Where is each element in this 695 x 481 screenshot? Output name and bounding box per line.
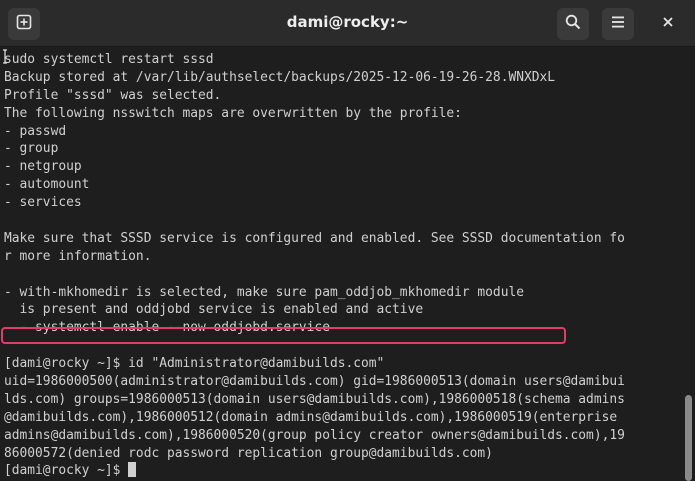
prompt-line: [dami@rocky ~]$ (4, 462, 682, 480)
terminal-line: r more information. (4, 248, 152, 264)
terminal-window: dami@rocky:~ sudo systemctl restart sssd… (0, 0, 695, 481)
prompt: [dami@rocky ~]$ (4, 463, 129, 479)
search-icon (565, 14, 581, 35)
menu-button[interactable] (602, 8, 634, 40)
terminal-line: - services (4, 195, 82, 211)
terminal-line: [dami@rocky ~]$ id "Administrator@damibu… (4, 356, 385, 372)
terminal-output[interactable]: sudo systemctl restart sssd Backup store… (0, 47, 682, 481)
vertical-scrollbar[interactable] (684, 47, 693, 481)
terminal-line: @damibuilds.com),1986000512(domain admin… (4, 409, 625, 425)
terminal-line: - systemctl enable --now oddjobd.service (4, 320, 330, 336)
terminal-line: The following nsswitch maps are overwrit… (4, 105, 462, 121)
scrollbar-thumb[interactable] (685, 395, 692, 481)
close-icon (662, 15, 674, 33)
terminal-line: uid=1986000500(administrator@damibuilds.… (4, 374, 625, 390)
terminal-line: - group (4, 141, 59, 157)
terminal-line: - passwd (4, 123, 67, 139)
terminal-line: 86000572(denied rodc password replicatio… (4, 445, 493, 461)
search-button[interactable] (557, 8, 589, 40)
terminal-line: lds.com) groups=1986000513(domain users@… (4, 391, 625, 407)
window-title: dami@rocky:~ (286, 13, 409, 31)
text-cursor (128, 462, 137, 478)
terminal-line: admins@damibuilds.com),1986000520(group … (4, 427, 625, 443)
terminal-line: Make sure that SSSD service is configure… (4, 230, 625, 246)
close-button[interactable] (652, 8, 684, 40)
terminal-line: Profile "sssd" was selected. (4, 87, 222, 103)
terminal-line: - netgroup (4, 159, 82, 175)
terminal-line: - with-mkhomedir is selected, make sure … (4, 284, 524, 300)
terminal-line: is present and oddjobd service is enable… (4, 302, 424, 318)
hamburger-menu-icon (611, 15, 625, 33)
terminal-line: sudo systemctl restart sssd (4, 52, 214, 67)
terminal-line: Backup stored at /var/lib/authselect/bac… (4, 69, 556, 85)
ibeam-cursor-icon (3, 49, 7, 64)
terminal-line: - automount (4, 177, 90, 193)
title-bar[interactable]: dami@rocky:~ (0, 0, 695, 47)
